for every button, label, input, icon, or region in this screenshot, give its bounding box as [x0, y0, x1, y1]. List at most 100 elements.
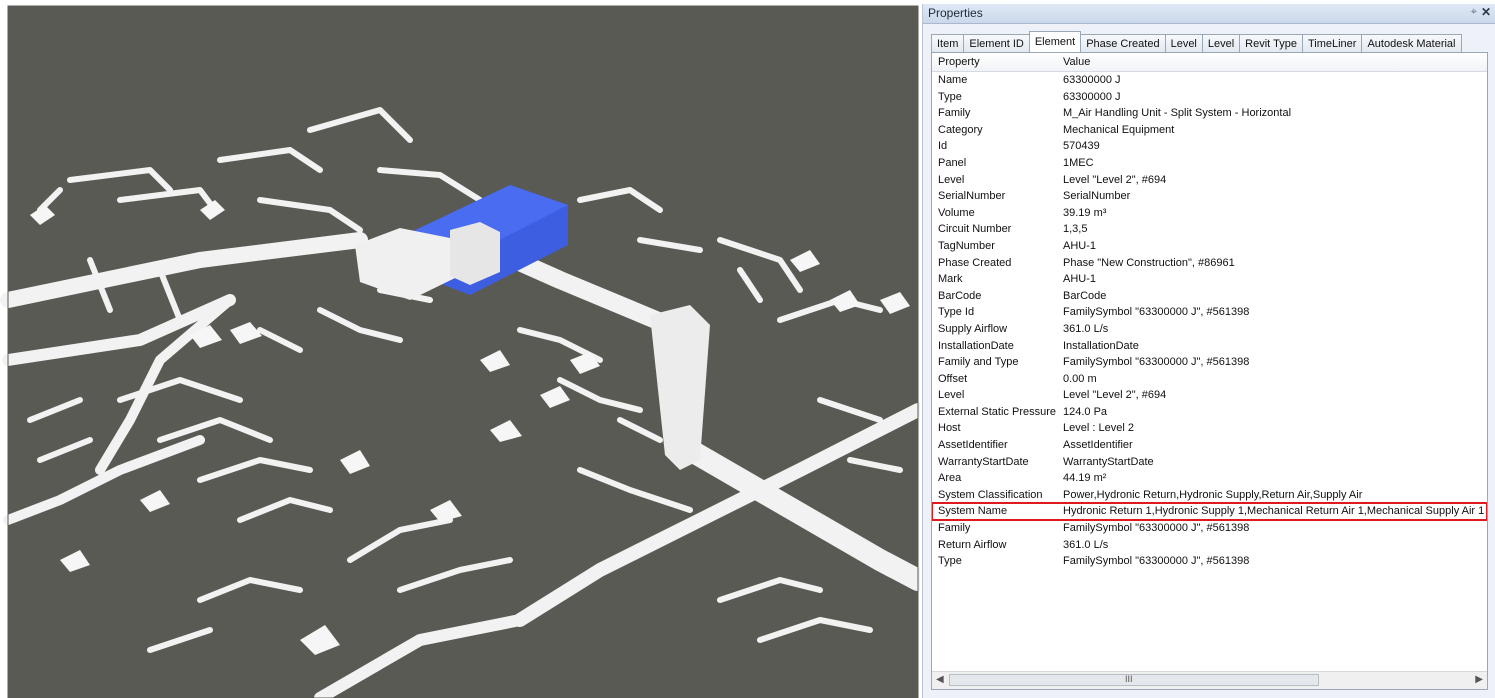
property-row[interactable]: Family FamilySymbol "63300000 J", #561398: [932, 520, 1487, 537]
property-row[interactable]: Id 570439: [932, 138, 1487, 155]
property-row[interactable]: Phase Created Phase "New Construction", #…: [932, 255, 1487, 272]
property-name: Panel: [938, 156, 967, 169]
property-row[interactable]: Mark AHU-1: [932, 271, 1487, 288]
property-value: 1MEC: [1063, 156, 1094, 169]
property-value: InstallationDate: [1063, 339, 1139, 352]
tab-2[interactable]: Element: [1028, 31, 1082, 52]
property-name: Return Airflow: [938, 538, 1007, 551]
property-value: 361.0 L/s: [1063, 322, 1109, 335]
property-value: AssetIdentifier: [1063, 439, 1133, 452]
property-name: Name: [938, 74, 968, 86]
property-row[interactable]: Family and Type FamilySymbol "63300000 J"…: [932, 354, 1487, 371]
property-name: Circuit Number: [938, 223, 1012, 236]
property-value: WarrantyStartDate: [1063, 455, 1154, 468]
horizontal-scrollbar[interactable]: ◀ III ▶: [932, 671, 1487, 689]
property-row[interactable]: Type FamilySymbol "63300000 J", #561398: [932, 553, 1487, 570]
property-row[interactable]: Volume 39.19 m³: [932, 205, 1487, 222]
property-row[interactable]: WarrantyStartDate WarrantyStartDate: [932, 454, 1487, 471]
property-value: 63300000 J: [1063, 90, 1121, 103]
property-value: 361.0 L/s: [1063, 538, 1109, 551]
property-row[interactable]: TagNumber AHU-1: [932, 238, 1487, 255]
property-name: System Classification: [938, 488, 1043, 501]
3d-viewport[interactable]: [0, 0, 920, 698]
property-name: Level: [938, 173, 965, 186]
property-row[interactable]: InstallationDate InstallationDate: [932, 338, 1487, 355]
property-row[interactable]: BarCode BarCode: [932, 288, 1487, 305]
property-row[interactable]: Level Level "Level 2", #694: [932, 172, 1487, 189]
property-row[interactable]: Type 63300000 J: [932, 89, 1487, 106]
property-row[interactable]: Type Id FamilySymbol "63300000 J", #56139…: [932, 304, 1487, 321]
property-row[interactable]: Host Level : Level 2: [932, 420, 1487, 437]
property-name: InstallationDate: [938, 339, 1014, 352]
properties-title-bar: Properties ⌖ ✕: [923, 4, 1495, 24]
property-name: External Static Pressure: [938, 405, 1056, 418]
property-row[interactable]: Panel 1MEC: [932, 155, 1487, 172]
property-name: Id: [938, 140, 948, 153]
property-name: Family and Type: [938, 356, 1019, 369]
property-row[interactable]: Return Airflow 361.0 L/s: [932, 537, 1487, 554]
property-row[interactable]: Offset 0.00 m: [932, 371, 1487, 388]
property-row[interactable]: AssetIdentifier AssetIdentifier: [932, 437, 1487, 454]
panel-title: Properties: [928, 6, 983, 20]
tab-1[interactable]: Element ID: [963, 34, 1030, 52]
close-icon[interactable]: ✕: [1481, 5, 1491, 19]
property-row[interactable]: System Name Hydronic Return 1,Hydronic Su…: [932, 502, 1487, 522]
property-value: Level "Level 2", #694: [1063, 389, 1167, 402]
tab-8[interactable]: Autodesk Material: [1361, 34, 1462, 52]
property-row[interactable]: External Static Pressure 124.0 Pa: [932, 404, 1487, 421]
property-value: FamilySymbol "63300000 J", #561398: [1063, 555, 1250, 568]
tab-4[interactable]: Level: [1164, 34, 1203, 52]
property-name: Phase Created: [938, 256, 1012, 269]
property-name: Volume: [938, 206, 975, 219]
property-name: Mark: [938, 273, 963, 286]
property-row[interactable]: Circuit Number 1,3,5: [932, 221, 1487, 238]
property-value: M_Air Handling Unit - Split System - Hor…: [1063, 107, 1292, 120]
property-value: Hydronic Return 1,Hydronic Supply 1,Mech…: [1063, 505, 1485, 518]
property-value: AHU-1: [1063, 273, 1097, 286]
property-name: System Name: [938, 505, 1008, 518]
property-value: 124.0 Pa: [1063, 405, 1108, 418]
property-row[interactable]: Level Level "Level 2", #694: [932, 387, 1487, 404]
property-row[interactable]: Supply Airflow 361.0 L/s: [932, 321, 1487, 338]
property-value: SerialNumber: [1063, 190, 1131, 203]
header-value[interactable]: Value: [1061, 53, 1487, 71]
property-row[interactable]: Category Mechanical Equipment: [932, 122, 1487, 139]
property-name: AssetIdentifier: [938, 439, 1008, 452]
scroll-right-icon[interactable]: ▶: [1475, 674, 1483, 685]
property-name: Type: [938, 555, 962, 568]
property-name: Family: [938, 107, 971, 120]
property-value: Mechanical Equipment: [1063, 123, 1175, 136]
property-row[interactable]: System Classification Power,Hydronic Retu…: [932, 487, 1487, 504]
property-name: SerialNumber: [938, 190, 1006, 203]
property-row[interactable]: Family M_Air Handling Unit - Split System…: [932, 105, 1487, 122]
properties-panel: Properties ⌖ ✕ Item Element ID Element Phas…: [922, 4, 1495, 698]
duct-model-render: [0, 5, 920, 698]
property-value: FamilySymbol "63300000 J", #561398: [1063, 306, 1250, 319]
property-name: WarrantyStartDate: [938, 455, 1029, 468]
property-value: 39.19 m³: [1063, 206, 1107, 219]
property-value: BarCode: [1063, 289, 1107, 302]
property-value: AHU-1: [1063, 239, 1097, 252]
tab-3[interactable]: Phase Created: [1080, 34, 1166, 52]
property-name: BarCode: [938, 289, 982, 302]
tab-6[interactable]: Revit Type: [1239, 34, 1303, 52]
property-name: Category: [938, 123, 983, 136]
property-row[interactable]: SerialNumber SerialNumber: [932, 188, 1487, 205]
property-name: Area: [938, 472, 962, 485]
tab-7[interactable]: TimeLiner: [1301, 34, 1363, 52]
property-value: 0.00 m: [1063, 372, 1097, 385]
tab-5[interactable]: Level: [1201, 34, 1241, 52]
property-name: Level: [938, 389, 965, 402]
scroll-thumb[interactable]: III: [949, 674, 1319, 686]
scroll-left-icon[interactable]: ◀: [936, 674, 944, 685]
property-tabs: Item Element ID Element Phase Created Level L…: [931, 31, 1462, 52]
property-row[interactable]: Name 63300000 J: [932, 72, 1487, 89]
property-name: Family: [938, 522, 971, 535]
tab-0[interactable]: Item: [931, 34, 965, 52]
header-property[interactable]: Property: [932, 53, 1061, 71]
grid-header: Property Value: [932, 53, 1487, 72]
property-value: Level "Level 2", #694: [1063, 173, 1167, 186]
pin-icon[interactable]: ⌖: [1471, 6, 1477, 19]
property-row[interactable]: Area 44.19 m²: [932, 470, 1487, 487]
property-name: Offset: [938, 372, 968, 385]
